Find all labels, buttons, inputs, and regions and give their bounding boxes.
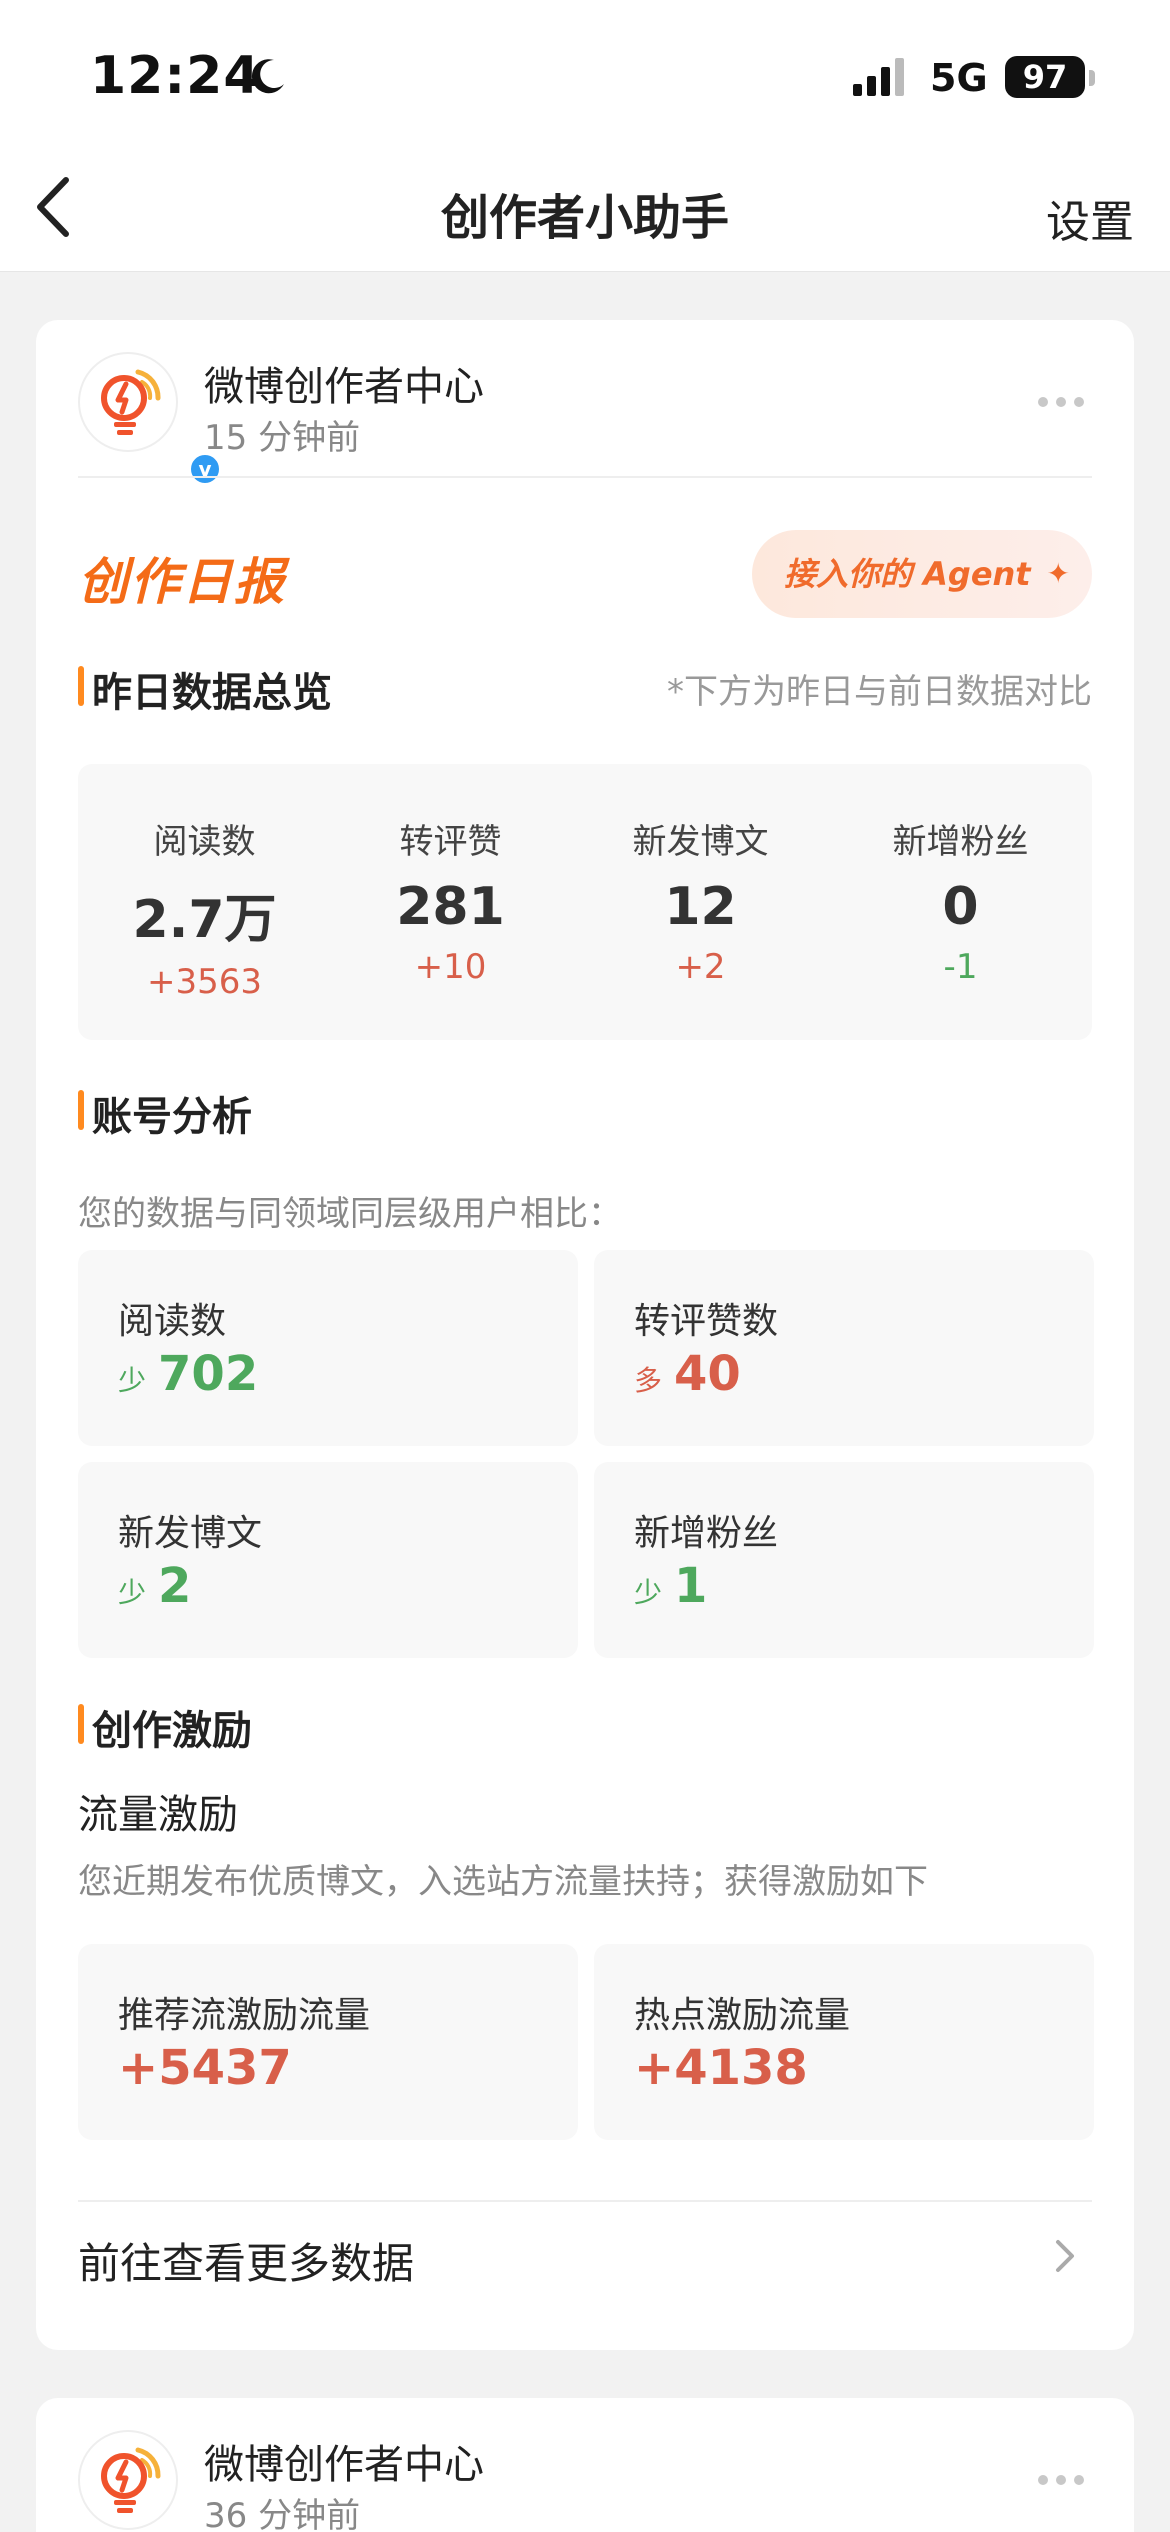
battery-icon: 97 [1005,56,1085,98]
status-time: 12:24 [90,46,261,106]
stat-delta: +10 [414,947,487,987]
tile-value-row: 少2 [118,1558,191,1614]
analysis-title: 账号分析 [78,1084,252,1142]
tile-label: 热点激励流量 [634,1995,851,2036]
tile-value: 2 [158,1558,192,1614]
stat-label: 新发博文 [632,822,769,862]
stat-delta: +3563 [146,962,262,1002]
stat-new-followers: 新增粉丝 0 -1 [834,764,1087,987]
stat-label: 新增粉丝 [892,822,1029,862]
view-more-label: 前往查看更多数据 [78,2239,415,2288]
tile-label: 阅读数 [118,1301,227,1342]
lightbulb-logo-icon [101,2447,161,2513]
more-options-icon[interactable] [1038,392,1094,408]
incentive-subtitle: 流量激励 [78,1792,238,1838]
stat-label: 转评赞 [399,822,502,862]
tile-label: 新增粉丝 [634,1513,779,1554]
overview-note: *下方为昨日与前日数据对比 [667,672,1092,712]
avatar[interactable]: v [78,352,222,486]
more-options-icon[interactable] [1038,2470,1094,2486]
signal-icon [853,58,904,96]
analysis-tile-reads: 阅读数 少 702 [78,1250,578,1446]
analysis-tile-interactions: 转评赞数 多 40 [594,1250,1094,1446]
post-time: 36 分钟前 [204,2496,361,2532]
stat-reads: 阅读数 2.7万 +3563 [78,764,331,1002]
incentive-tile-hot: 热点激励流量 +4138 [594,1944,1094,2140]
daily-report-card: v 微博创作者中心 15 分钟前 创作日报 接入你的 Agent ✦ 昨日数据总… [36,320,1134,2350]
stat-delta: +2 [675,947,726,987]
network-label: 5G [930,56,988,100]
overview-stats: 阅读数 2.7万 +3563 转评赞 281 +10 新发博文 12 +2 新增… [78,764,1092,1040]
tile-label: 新发博文 [118,1513,263,1554]
stat-value: 281 [396,877,505,937]
tile-value: 1 [674,1558,708,1614]
stat-value: 0 [942,877,979,937]
divider [78,476,1092,478]
comparison-tag: 少 [118,1576,147,1609]
analysis-tile-new-posts: 新发博文 少2 [78,1462,578,1658]
stat-value: 2.7万 [132,890,277,950]
lightbulb-logo-icon [101,369,161,435]
tile-value-row: 多 40 [634,1346,741,1402]
stat-label: 阅读数 [153,822,256,862]
tile-value: 40 [674,1346,741,1402]
account-name[interactable]: 微博创作者中心 [204,2432,484,2490]
stat-interactions: 转评赞 281 +10 [324,764,577,987]
incentive-tile-recommend: 推荐流激励流量 +5437 [78,1944,578,2140]
stat-value: 12 [664,877,737,937]
page-title: 创作者小助手 [440,190,729,246]
comparison-tag: 少 [634,1576,663,1609]
settings-button[interactable]: 设置 [1046,186,1134,250]
status-bar: 12:24 5G 97 [0,0,1170,150]
incentive-title: 创作激励 [78,1698,252,1756]
stat-delta: -1 [943,947,978,987]
connect-agent-button[interactable]: 接入你的 Agent ✦ [752,530,1092,618]
connect-agent-label: 接入你的 Agent [784,555,1031,593]
view-more-data-link[interactable]: 前往查看更多数据 [78,2200,1092,2300]
moon-icon [251,59,284,94]
tile-label: 推荐流激励流量 [118,1995,371,2036]
stat-new-posts: 新发博文 12 +2 [574,764,827,987]
comparison-tag: 多 [634,1364,663,1397]
tile-value-row: 少1 [634,1558,707,1614]
overview-title: 昨日数据总览 [78,660,332,718]
sparkle-icon: ✦ [1046,557,1070,590]
battery-tip [1089,70,1095,86]
analysis-tile-new-followers: 新增粉丝 少1 [594,1462,1094,1658]
analysis-note: 您的数据与同领域同层级用户相比： [78,1194,622,1234]
previous-report-card: v 微博创作者中心 36 分钟前 [36,2398,1134,2532]
chevron-right-icon [1056,2240,1074,2272]
incentive-note: 您近期发布优质博文，入选站方流量扶持；获得激励如下 [78,1862,928,1902]
tile-value: +4138 [634,2040,808,2096]
tile-value: +5437 [118,2040,292,2096]
report-title: 创作日报 [78,553,286,611]
nav-bar: 创作者小助手 设置 [0,150,1170,272]
tile-value: 702 [158,1346,259,1402]
avatar[interactable]: v [78,2430,222,2532]
tile-label: 转评赞数 [634,1301,779,1342]
account-name[interactable]: 微博创作者中心 [204,354,484,412]
post-time: 15 分钟前 [204,418,361,458]
comparison-tag: 少 [118,1364,147,1397]
tile-value-row: 少 702 [118,1346,258,1402]
